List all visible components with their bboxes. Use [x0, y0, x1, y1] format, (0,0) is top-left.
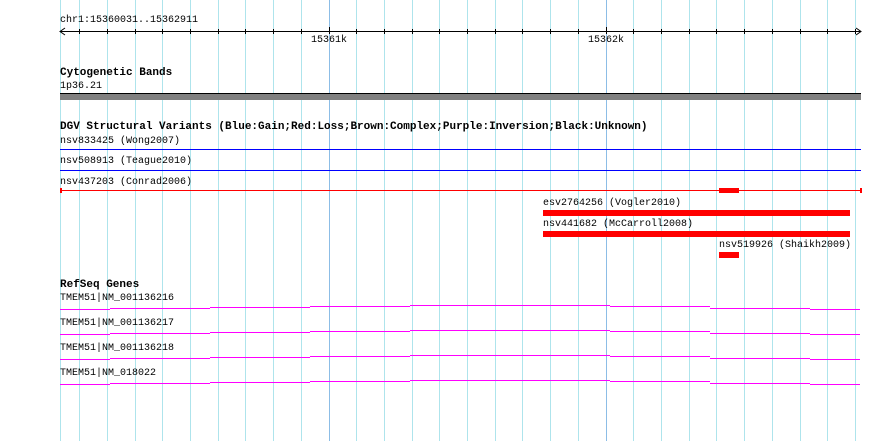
- genome-browser-panel: chr1:15360031..15362911 15361k 15362k Cy…: [0, 0, 890, 441]
- gene-models[interactable]: [0, 0, 890, 441]
